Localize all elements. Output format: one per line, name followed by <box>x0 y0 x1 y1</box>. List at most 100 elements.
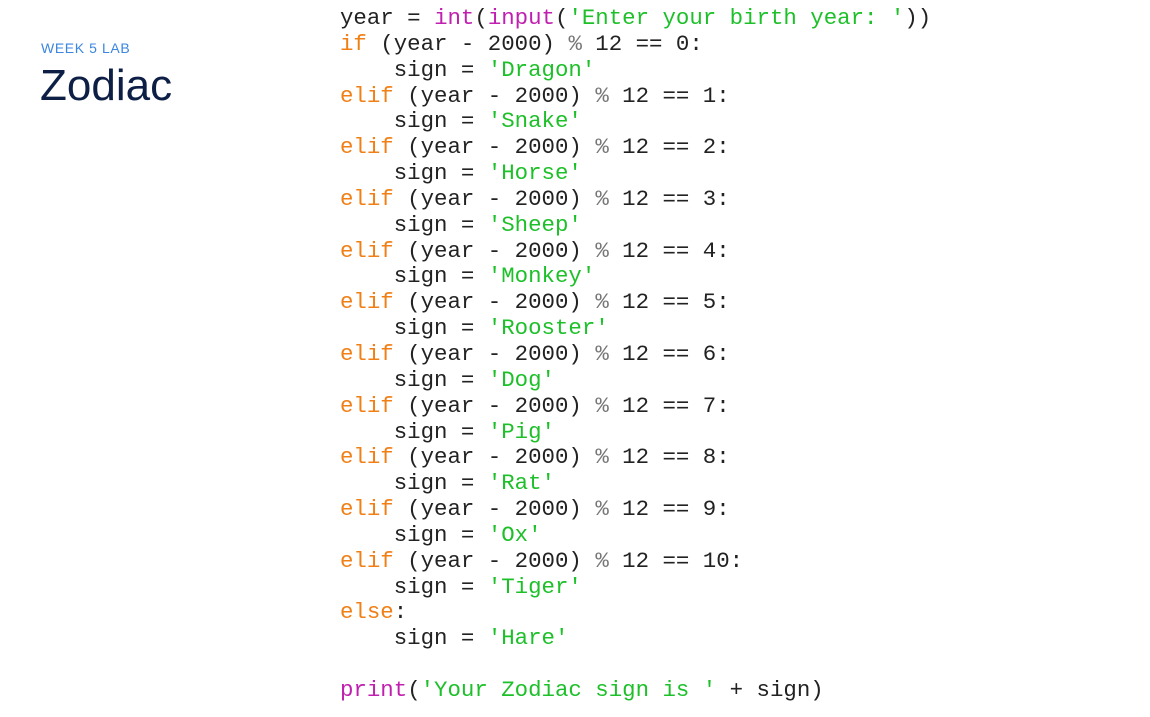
code-text: sign = <box>340 521 488 548</box>
string-token: 'Pig' <box>487 418 555 445</box>
code-line: sign = 'Hare' <box>340 625 931 652</box>
code-line: elif (year - 2000) % 12 == 4: <box>340 237 931 265</box>
code-text: : <box>393 599 408 626</box>
builtin-token: input <box>487 5 555 31</box>
lab-page: WEEK 5 LAB Zodiac year = int(input('Ente… <box>0 0 1150 717</box>
string-token: 'Hare' <box>487 625 569 652</box>
code-block: year = int(input('Enter your birth year:… <box>340 5 932 704</box>
code-text: 12 == 2: <box>608 134 730 161</box>
code-line: sign = 'Snake' <box>340 108 931 135</box>
code-text: sign = <box>340 263 488 290</box>
code-text: (year - 2000) <box>393 392 596 419</box>
code-text: (year - 2000) <box>393 185 596 212</box>
code-text: 12 == 9: <box>608 496 730 523</box>
code-line: sign = 'Rat' <box>340 470 931 497</box>
keyword-token: elif <box>340 340 394 367</box>
code-line: elif (year - 2000) % 12 == 1: <box>340 82 931 110</box>
code-text: sign = <box>340 211 488 238</box>
code-line: elif (year - 2000) % 12 == 2: <box>340 134 931 161</box>
keyword-token: elif <box>340 547 394 574</box>
string-token: 'Sheep' <box>487 211 582 238</box>
code-text: 12 == 10: <box>608 547 744 574</box>
code-line: year = int(input('Enter your birth year:… <box>340 5 932 32</box>
code-line: elif (year - 2000) % 12 == 5: <box>340 289 931 316</box>
code-text: 12 == 3: <box>608 185 730 212</box>
string-token: 'Snake' <box>487 108 582 135</box>
code-line: print('Your Zodiac sign is ' + sign) <box>340 676 931 704</box>
code-line: elif (year - 2000) % 12 == 6: <box>340 340 931 368</box>
string-token: 'Horse' <box>487 160 582 187</box>
operator-token: % <box>595 392 609 419</box>
string-token: 'Rooster' <box>487 315 609 342</box>
code-text: 12 == 4: <box>608 237 730 264</box>
code-text: 12 == 8: <box>608 444 730 471</box>
code-line: sign = 'Ox' <box>340 521 931 549</box>
code-text: (year - 2000) <box>393 496 596 523</box>
code-text: sign = <box>340 108 488 135</box>
code-text: (year - 2000) <box>393 547 596 574</box>
keyword-token: elif <box>340 237 394 264</box>
code-text: sign = <box>340 470 488 497</box>
page-title: Zodiac <box>40 61 173 110</box>
keyword-token: elif <box>340 289 394 316</box>
string-token: 'Your Zodiac sign is ' <box>420 676 717 703</box>
code-line: sign = 'Dragon' <box>340 56 931 84</box>
string-token: 'Dog' <box>487 366 555 393</box>
code-text: (year - 2000) <box>393 82 596 109</box>
code-line: elif (year - 2000) % 12 == 3: <box>340 185 931 213</box>
code-text: 12 == 6: <box>608 340 730 367</box>
operator-token: % <box>568 30 582 57</box>
string-token: 'Dragon' <box>487 56 596 83</box>
string-token: 'Tiger' <box>487 573 582 600</box>
code-text: ( <box>474 5 488 31</box>
code-text: 12 == 7: <box>608 392 730 419</box>
code-text: (year - 2000) <box>393 444 596 471</box>
code-text: 12 == 5: <box>608 289 730 316</box>
code-text: (year - 2000) <box>393 340 596 367</box>
code-line: sign = 'Horse' <box>340 160 931 187</box>
string-token: 'Ox' <box>487 521 542 548</box>
code-text: year = <box>340 5 435 31</box>
section-eyebrow: WEEK 5 LAB <box>41 40 131 56</box>
operator-token: % <box>595 185 609 212</box>
code-text: (year - 2000) <box>366 30 569 57</box>
code-text: 12 == 1: <box>608 82 730 109</box>
code-text: )) <box>904 5 932 31</box>
operator-token: % <box>595 496 609 523</box>
builtin-token: print <box>340 676 408 703</box>
code-line: elif (year - 2000) % 12 == 10: <box>340 547 931 575</box>
code-line: elif (year - 2000) % 12 == 9: <box>340 496 931 523</box>
keyword-token: elif <box>340 392 394 419</box>
code-line: sign = 'Monkey' <box>340 264 931 290</box>
code-text: sign = <box>340 315 488 342</box>
string-token: 'Rat' <box>487 470 555 497</box>
code-text: (year - 2000) <box>393 134 596 161</box>
code-line: elif (year - 2000) % 12 == 7: <box>340 392 931 420</box>
code-line: if (year - 2000) % 12 == 0: <box>340 30 931 58</box>
code-line: sign = 'Tiger' <box>340 573 931 601</box>
code-text: ( <box>555 5 569 31</box>
code-line: elif (year - 2000) % 12 == 8: <box>340 444 931 471</box>
operator-token: % <box>595 547 609 574</box>
code-text: sign = <box>340 625 488 652</box>
keyword-token: elif <box>340 185 394 212</box>
builtin-token: int <box>434 5 475 31</box>
code-text: + sign) <box>716 676 824 703</box>
code-text: sign = <box>340 366 488 393</box>
code-line: sign = 'Sheep' <box>340 211 931 239</box>
operator-token: % <box>595 237 609 264</box>
code-line: sign = 'Pig' <box>340 418 931 446</box>
string-token: 'Enter your birth year: ' <box>568 5 905 31</box>
code-line: sign = 'Dog' <box>340 366 931 394</box>
keyword-token: elif <box>340 496 394 523</box>
keyword-token: elif <box>340 82 394 109</box>
operator-token: % <box>595 289 609 316</box>
code-text: sign = <box>340 56 488 83</box>
code-text: (year - 2000) <box>393 237 596 264</box>
code-text: sign = <box>340 573 488 600</box>
string-token: 'Monkey' <box>487 263 596 290</box>
code-text: ( <box>407 676 421 703</box>
keyword-token: else <box>340 599 394 626</box>
operator-token: % <box>595 444 609 471</box>
